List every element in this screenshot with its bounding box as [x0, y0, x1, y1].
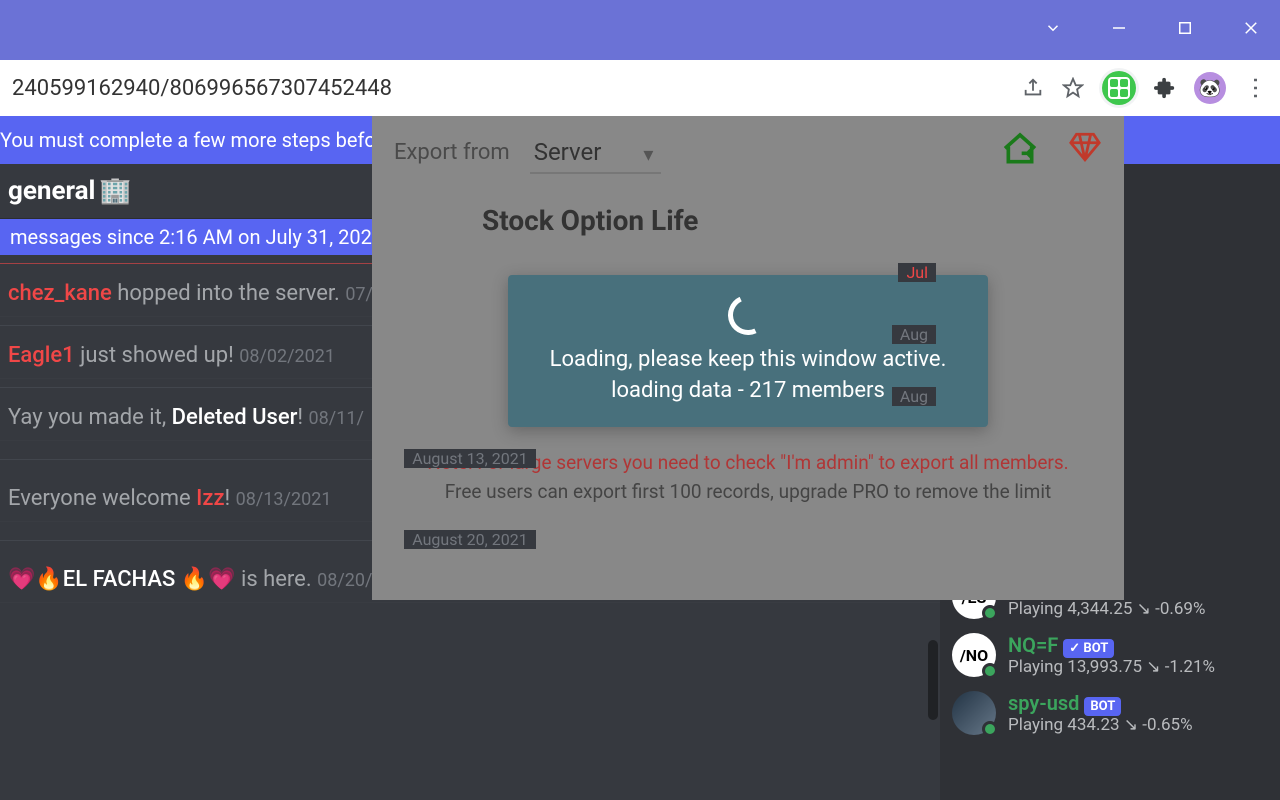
- browser-addressbar: 240599162940/806996567307452448 🐼 ⋯: [0, 60, 1280, 116]
- timestamp: 08/13/2021: [236, 489, 332, 510]
- share-icon[interactable]: [1022, 77, 1044, 99]
- timestamp: 08/02/2021: [239, 346, 335, 367]
- bot-badge: BOT: [1084, 697, 1121, 716]
- member-name: spy-usd: [1008, 691, 1079, 715]
- extension-active-icon[interactable]: [1102, 71, 1136, 105]
- member-row[interactable]: spy-usd BOT Playing 434.23 ↘ -0.65%: [952, 691, 1268, 735]
- username[interactable]: Izz: [196, 486, 224, 511]
- username[interactable]: Deleted User: [172, 405, 298, 430]
- window-titlebar: [0, 0, 1280, 60]
- loading-text: Loading, please keep this window active.: [538, 347, 958, 372]
- avatar: [952, 691, 996, 735]
- member-name: NQ=F: [1008, 633, 1058, 657]
- url-field[interactable]: 240599162940/806996567307452448: [12, 76, 1010, 101]
- upgrade-note: Free users can export first 100 records,…: [408, 480, 1088, 503]
- activity-text: Playing 434.23 ↘ -0.65%: [1008, 715, 1193, 735]
- scrollbar-thumb[interactable]: [928, 640, 938, 720]
- member-row[interactable]: /NO NQ=F ✓ BOT Playing 13,993.75 ↘ -1.21…: [952, 633, 1268, 677]
- bot-badge: ✓ BOT: [1063, 639, 1114, 658]
- channel-emoji: 🏢: [99, 176, 131, 206]
- activity-text: Playing 13,993.75 ↘ -1.21%: [1008, 657, 1215, 677]
- star-icon[interactable]: [1062, 77, 1084, 99]
- minimize-icon[interactable]: [1110, 19, 1128, 41]
- maximize-icon[interactable]: [1176, 19, 1194, 41]
- export-from-label: Export from: [394, 140, 510, 165]
- status-dot-icon: [982, 721, 998, 737]
- username[interactable]: Eagle1: [8, 343, 75, 368]
- status-dot-icon: [982, 663, 998, 679]
- activity-text: Playing 4,344.25 ↘ -0.69%: [1008, 599, 1205, 619]
- timestamp: 08/11/: [309, 408, 364, 429]
- close-icon[interactable]: [1242, 19, 1260, 41]
- profile-avatar[interactable]: 🐼: [1194, 72, 1226, 104]
- gem-icon[interactable]: [1068, 130, 1102, 174]
- extension-popup: Export from Server Stock Option Life tar…: [372, 116, 1124, 600]
- export-scope-select[interactable]: Server: [530, 138, 662, 166]
- chevron-down-icon[interactable]: [1044, 19, 1062, 41]
- home-export-icon[interactable]: [1000, 130, 1040, 174]
- browser-menu-icon[interactable]: ⋯: [1242, 76, 1270, 100]
- timestamp: 07/: [345, 284, 373, 305]
- avatar: /NO: [952, 633, 996, 677]
- username[interactable]: chez_kane: [8, 281, 112, 306]
- spinner-icon: [722, 289, 773, 340]
- extensions-icon[interactable]: [1154, 77, 1176, 99]
- channel-name: general: [8, 176, 95, 206]
- username[interactable]: 💗🔥EL FACHAS 🔥💗: [8, 567, 236, 592]
- status-dot-icon: [982, 605, 998, 621]
- server-title: Stock Option Life: [372, 188, 1124, 237]
